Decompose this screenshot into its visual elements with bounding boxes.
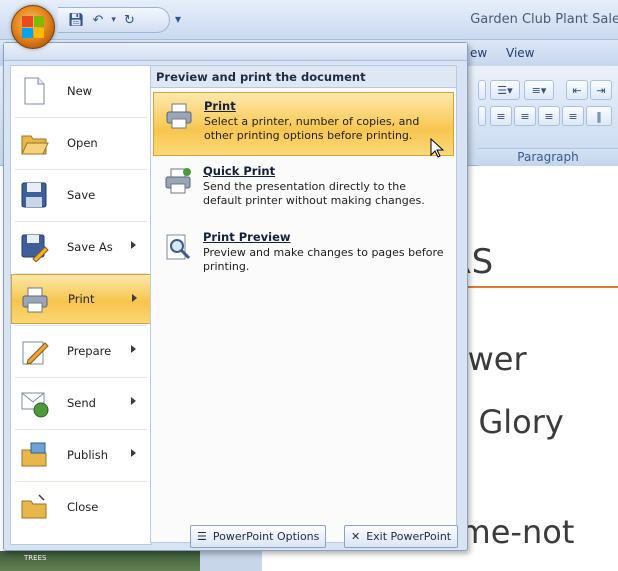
menu-item-prepare[interactable]: Prepare	[11, 326, 151, 376]
decrease-indent-icon[interactable]: ⇤	[566, 80, 588, 100]
submenu-arrow-icon	[132, 294, 137, 302]
menu-footer: ☰ PowerPoint Options ✕ Exit PowerPoint	[150, 525, 462, 549]
menu-item-label: Publish	[67, 448, 108, 462]
menu-item-label: New	[67, 84, 93, 98]
prepare-pencil-icon	[22, 341, 49, 365]
menu-item-label: Prepare	[67, 344, 112, 358]
menu-item-close[interactable]: Close	[11, 482, 151, 532]
redo-icon[interactable]: ↻	[124, 14, 135, 27]
close-icon: ✕	[351, 530, 361, 543]
publish-icon	[21, 442, 47, 467]
options-icon: ☰	[197, 530, 207, 543]
save-icon[interactable]: 💾︎	[68, 14, 85, 27]
new-document-icon	[24, 77, 45, 105]
submenu-item-description: Select a printer, number of copies, and …	[204, 115, 420, 142]
window-title: Garden Club Plant Sale	[470, 12, 618, 27]
customize-toolbar-icon[interactable]: ▾	[175, 12, 181, 26]
submenu-item-description: Preview and make changes to pages before…	[203, 246, 444, 273]
menu-item-print[interactable]: Print	[11, 274, 151, 324]
printer-icon	[22, 287, 48, 313]
menu-item-label: Print	[68, 292, 95, 306]
powerpoint-options-button[interactable]: ☰ PowerPoint Options	[190, 525, 327, 548]
submenu-arrow-icon	[131, 449, 136, 457]
menu-item-open[interactable]: Open	[11, 118, 151, 168]
open-folder-icon	[21, 135, 49, 155]
submenu-arrow-icon	[131, 345, 136, 353]
send-icon	[21, 392, 49, 418]
menu-item-save-as[interactable]: Save As	[11, 222, 151, 272]
slide-thumbnail[interactable]: TREES	[0, 551, 200, 571]
office-logo-icon	[22, 16, 44, 38]
submenu-arrow-icon	[131, 397, 136, 405]
tab-view[interactable]: View	[506, 46, 534, 60]
menu-item-send[interactable]: Send	[11, 378, 151, 428]
powerpoint-options-label: PowerPoint Options	[212, 530, 320, 543]
menu-item-label: Save	[67, 188, 96, 202]
save-as-icon	[21, 234, 49, 262]
exit-powerpoint-button[interactable]: ✕ Exit PowerPoint	[344, 525, 459, 548]
align-center-icon[interactable]: ≡	[514, 106, 536, 126]
bullets-icon[interactable]: ☰▾	[490, 80, 520, 100]
undo-dropdown-icon[interactable]: ▾	[111, 15, 116, 25]
menu-item-label: Send	[67, 396, 96, 410]
increase-indent-icon[interactable]: ⇥	[590, 80, 612, 100]
office-application-menu: New Open Save Save As Print Prepare Send…	[3, 42, 468, 551]
print-preview-icon	[166, 234, 191, 260]
print-submenu: Preview and print the document Print Sel…	[150, 65, 457, 543]
align-left-icon[interactable]: ≡	[490, 106, 512, 126]
menu-item-label: Close	[67, 500, 99, 514]
submenu-item-print[interactable]: Print Select a printer, number of copies…	[153, 92, 454, 156]
ribbon-edge-button[interactable]	[478, 80, 486, 100]
menu-item-new[interactable]: New	[11, 66, 151, 116]
justify-icon[interactable]: ≡	[562, 106, 584, 126]
submenu-arrow-icon	[131, 241, 136, 249]
menu-item-label: Open	[67, 136, 98, 150]
quick-print-icon	[165, 168, 191, 194]
tab-review[interactable]: ew	[470, 46, 487, 60]
undo-icon[interactable]: ↶	[93, 14, 104, 27]
submenu-item-title: Print Preview	[203, 230, 291, 244]
title-bar: 💾︎ ↶ ▾ ↻ ▾ Garden Club Plant Sale	[0, 0, 618, 40]
slide-accent-line	[448, 286, 618, 288]
thumbnail-pane	[200, 551, 262, 571]
submenu-item-title: Quick Print	[203, 164, 276, 178]
menu-command-list: New Open Save Save As Print Prepare Send…	[10, 65, 152, 545]
slide-thumbnail-label: TREES	[24, 554, 47, 562]
columns-icon[interactable]: ‖	[586, 106, 612, 126]
numbering-icon[interactable]: ≡▾	[524, 80, 554, 100]
ribbon-edge-button-2[interactable]	[478, 106, 486, 126]
menu-item-save[interactable]: Save	[11, 170, 151, 220]
menu-top-strip	[4, 43, 467, 61]
submenu-item-quick-print[interactable]: Quick Print Send the presentation direct…	[153, 158, 454, 222]
submenu-item-title: Print	[204, 99, 236, 113]
menu-item-publish[interactable]: Publish	[11, 430, 151, 480]
paragraph-group-label: Paragraph	[478, 148, 618, 166]
save-disk-icon	[21, 182, 47, 208]
close-folder-icon	[21, 494, 47, 519]
submenu-item-print-preview[interactable]: Print Preview Preview and make changes t…	[153, 224, 454, 288]
submenu-item-description: Send the presentation directly to the de…	[203, 180, 425, 207]
mouse-cursor-icon	[430, 138, 444, 158]
office-button[interactable]	[11, 5, 55, 49]
exit-powerpoint-label: Exit PowerPoint	[366, 530, 452, 543]
printer-icon	[166, 103, 192, 129]
menu-item-label: Save As	[67, 240, 113, 254]
powerpoint-window: 💾︎ ↶ ▾ ↻ ▾ Garden Club Plant Sale ew Vie…	[0, 0, 618, 571]
quick-access-toolbar: 💾︎ ↶ ▾ ↻	[58, 7, 170, 33]
align-right-icon[interactable]: ≡	[538, 106, 560, 126]
submenu-heading: Preview and print the document	[151, 66, 456, 88]
